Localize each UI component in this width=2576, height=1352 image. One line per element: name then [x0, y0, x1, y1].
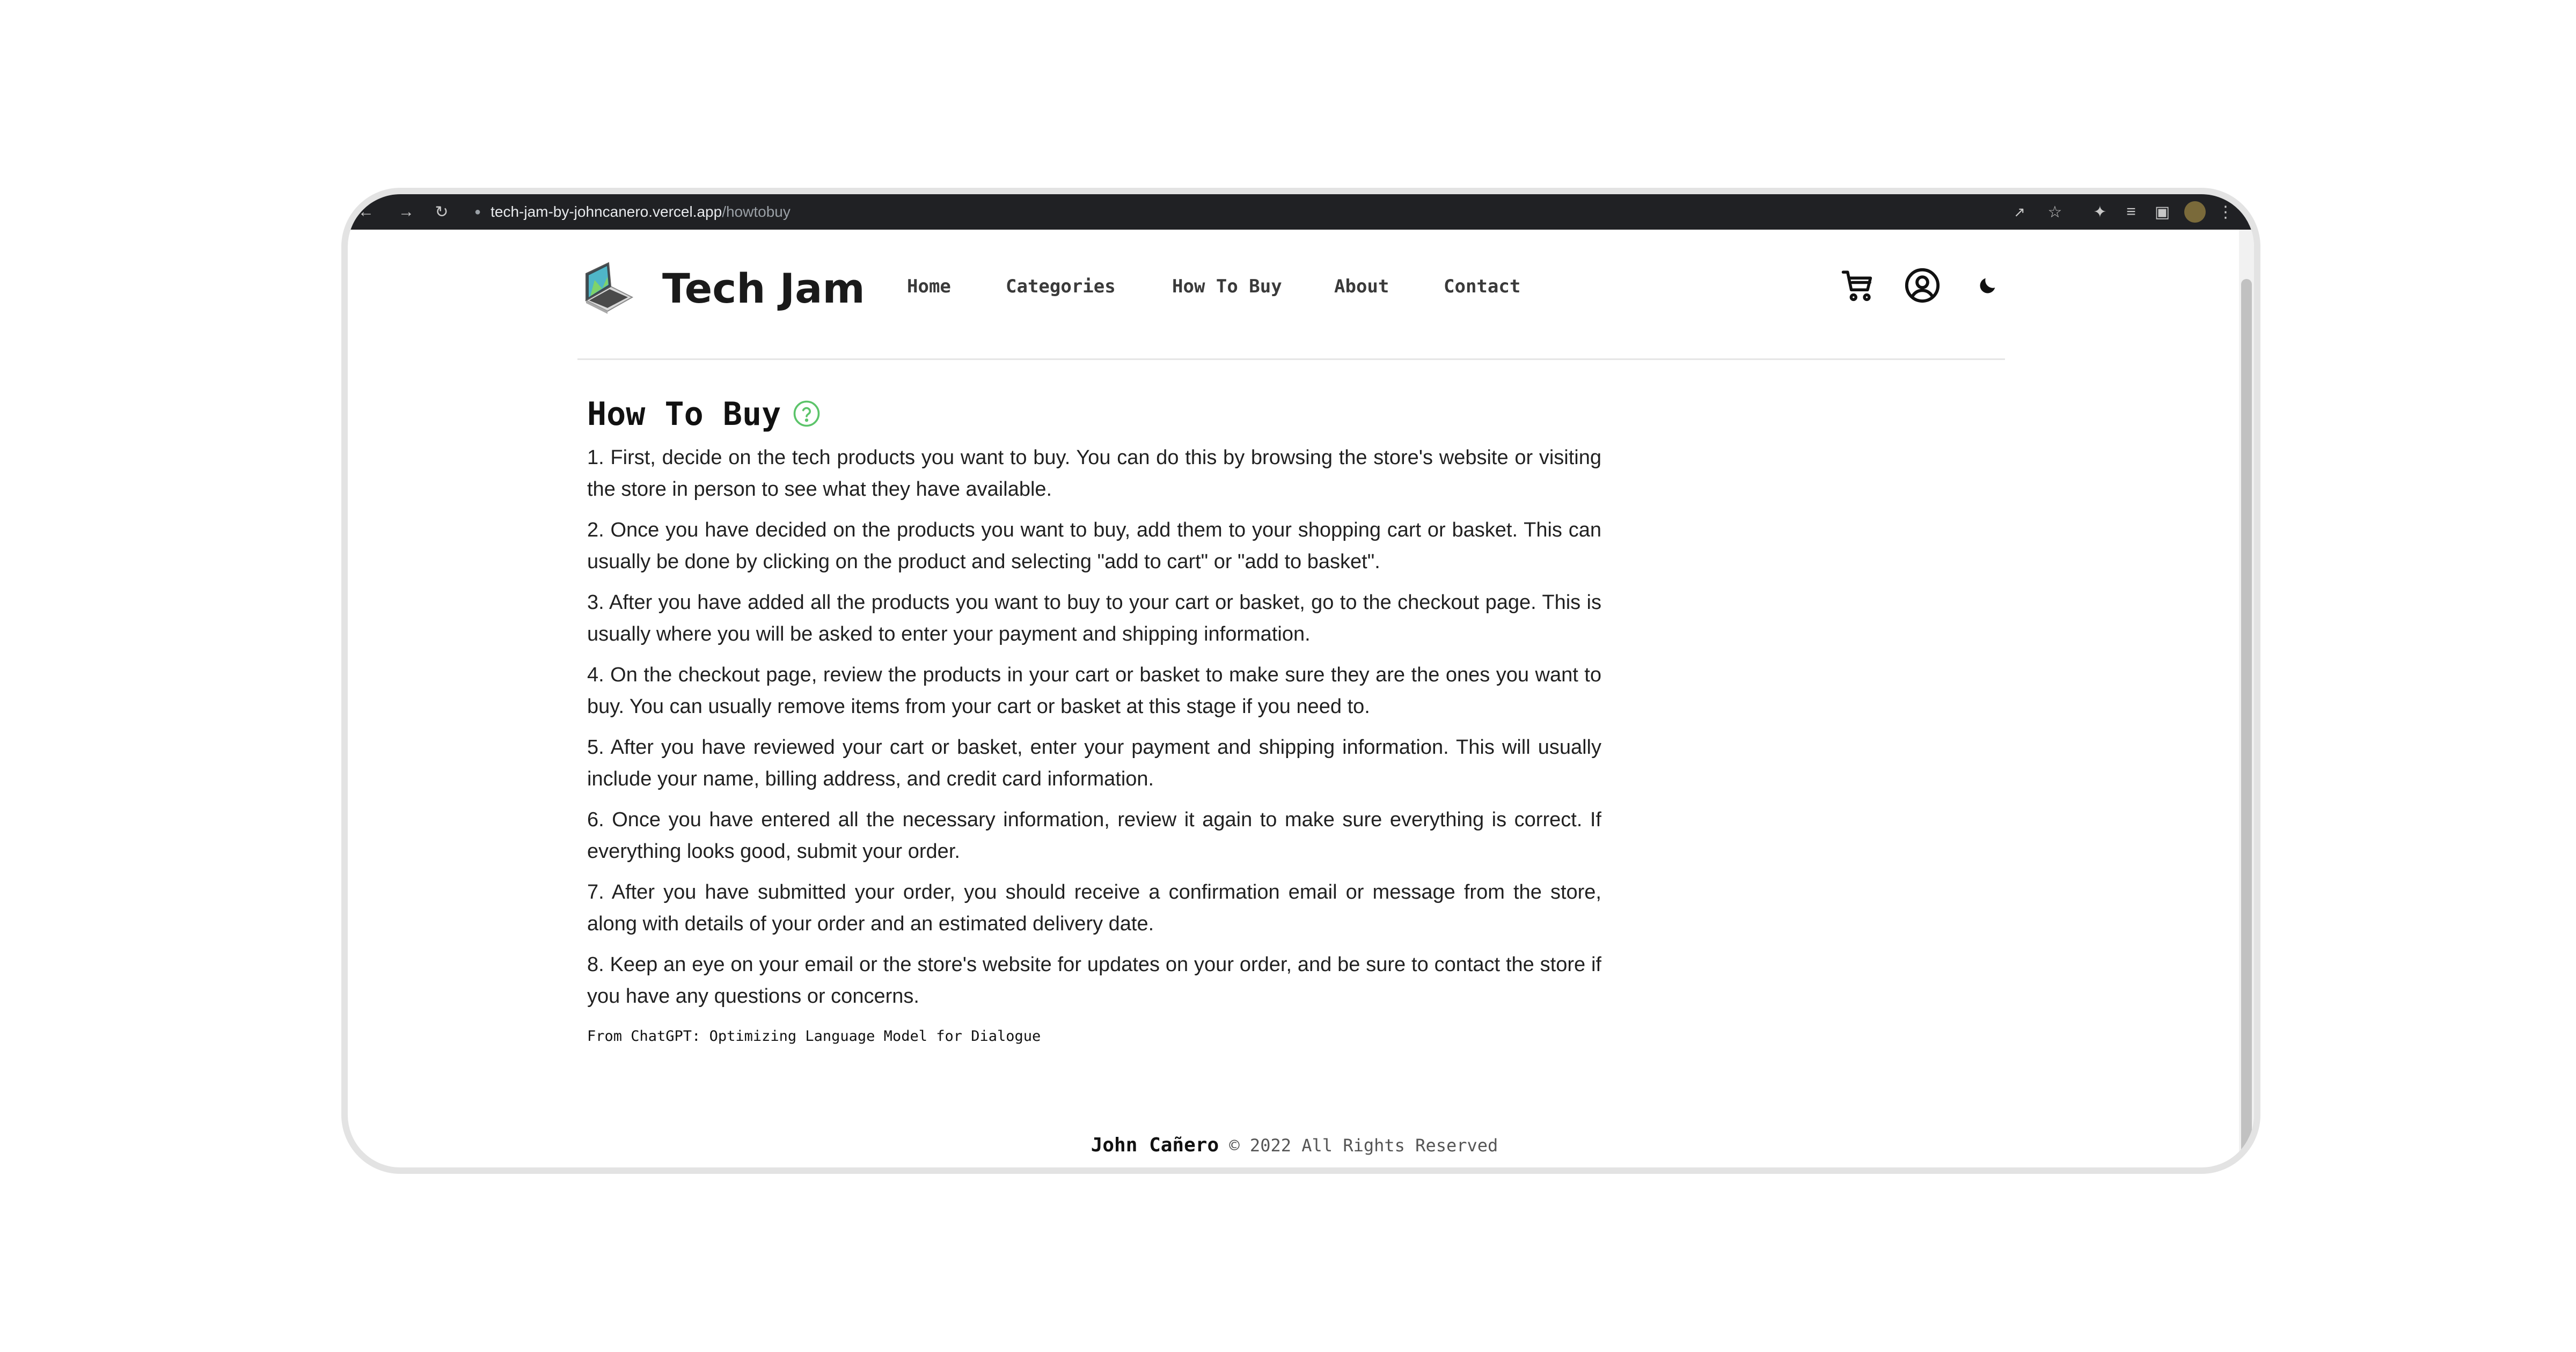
source-note: From ChatGPT: Optimizing Language Model … [587, 1028, 1041, 1045]
reload-icon[interactable]: ↻ [428, 194, 455, 230]
question-circle-icon[interactable] [792, 399, 821, 428]
footer-copyright: © 2022 All Rights Reserved [1229, 1135, 1498, 1156]
step-item: 7. After you have submitted your order, … [587, 881, 1601, 935]
step-item: 3. After you have added all the products… [587, 591, 1601, 645]
nav-categories[interactable]: Categories [1006, 270, 1116, 303]
nav-home[interactable]: Home [907, 270, 951, 303]
how-to-buy-steps: 1. First, decide on the tech products yo… [587, 442, 1601, 1022]
scrollbar-thumb[interactable] [2241, 279, 2252, 1167]
url-host: tech-jam-by-johncanero.vercel.app [491, 203, 722, 220]
step-item: 8. Keep an eye on your email or the stor… [587, 953, 1601, 1008]
side-panel-icon[interactable]: ▣ [2149, 194, 2176, 230]
step-item: 1. First, decide on the tech products yo… [587, 446, 1601, 501]
step-item: 2. Once you have decided on the products… [587, 519, 1601, 573]
header-divider [577, 358, 2005, 360]
nav-contact[interactable]: Contact [1444, 270, 1520, 303]
footer-owner: John Cañero [1091, 1134, 1219, 1156]
lock-icon: ● [474, 205, 481, 218]
browser-window: ← → ↻ ● tech-jam-by-johncanero.vercel.ap… [341, 188, 2260, 1174]
nav-how-to-buy[interactable]: How To Buy [1172, 270, 1282, 303]
footer: John Cañero © 2022 All Rights Reserved [348, 1133, 2241, 1158]
browser-toolbar: ← → ↻ ● tech-jam-by-johncanero.vercel.ap… [348, 194, 2254, 230]
forward-icon[interactable]: → [393, 194, 420, 230]
cart-icon[interactable] [1836, 264, 1879, 307]
back-icon[interactable]: ← [355, 194, 377, 230]
nav-about[interactable]: About [1334, 270, 1389, 303]
page-title: How To Buy [587, 395, 781, 433]
menu-icon[interactable]: ⋮ [2218, 194, 2234, 230]
url-path: /howtobuy [722, 203, 791, 220]
profile-avatar[interactable] [2180, 194, 2210, 230]
brand-name[interactable]: Tech Jam [662, 262, 865, 315]
user-account-icon[interactable] [1901, 264, 1944, 307]
laptop-logo-icon[interactable] [579, 259, 638, 318]
bookmark-star-icon[interactable]: ☆ [2041, 194, 2068, 230]
extensions-icon[interactable]: ✦ [2087, 194, 2113, 230]
reading-list-icon[interactable]: ≡ [2118, 194, 2145, 230]
step-item: 4. On the checkout page, review the prod… [587, 664, 1601, 718]
page-scrollbar[interactable] [2239, 230, 2254, 1167]
step-item: 6. Once you have entered all the necessa… [587, 809, 1601, 863]
share-icon[interactable]: ↗ [2006, 194, 2033, 230]
dark-mode-moon-icon[interactable] [1966, 264, 2009, 307]
step-item: 5. After you have reviewed your cart or … [587, 736, 1601, 790]
address-bar[interactable]: ● tech-jam-by-johncanero.vercel.app/howt… [474, 194, 791, 230]
